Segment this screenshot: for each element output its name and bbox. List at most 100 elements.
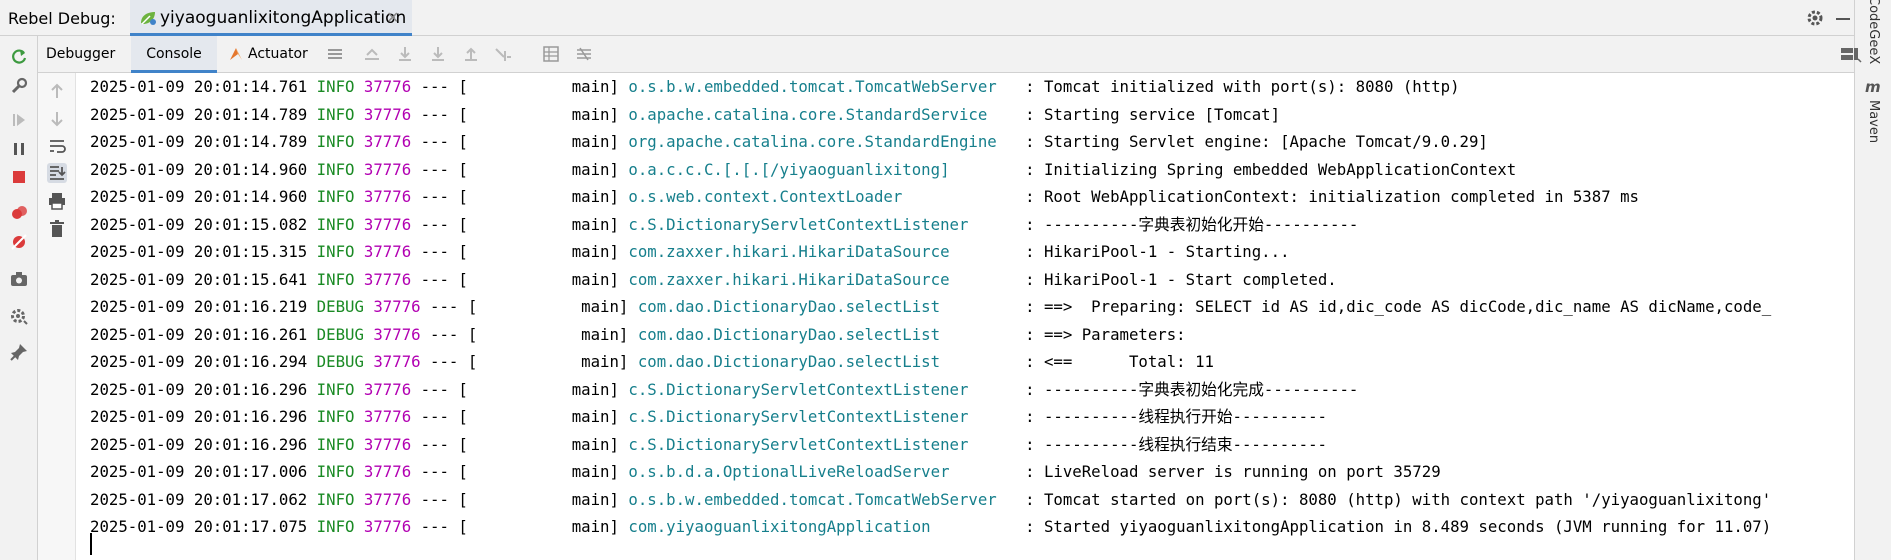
run-config-tab[interactable]: yiyaoguanlixitongApplication ✕ (130, 0, 412, 36)
log-message: : ----------线程执行结束---------- (1015, 434, 1327, 454)
run-to-cursor-icon[interactable] (494, 45, 512, 63)
wrench-icon[interactable] (9, 76, 29, 96)
log-line: 2025-01-09 20:01:14.789 INFO 37776 --- [… (90, 101, 1280, 128)
log-line: 2025-01-09 20:01:15.641 INFO 37776 --- [… (90, 266, 1337, 293)
log-line: 2025-01-09 20:01:17.062 INFO 37776 --- [… (90, 486, 1771, 513)
tab-console-label: Console (146, 46, 202, 62)
resume-icon[interactable] (9, 110, 29, 130)
log-message: : Started yiyaoguanlixitongApplication i… (1015, 517, 1772, 536)
log-thread: --- [ main] (411, 104, 629, 124)
layout-settings-icon[interactable] (1840, 45, 1862, 63)
log-timestamp: 2025-01-09 20:01:14.761 (90, 77, 308, 96)
tab-debugger-label: Debugger (46, 46, 116, 62)
mute-breakpoints-icon[interactable] (9, 232, 29, 252)
actuator-icon (230, 48, 242, 60)
log-message: : <== Total: 11 (1015, 352, 1214, 371)
log-timestamp: 2025-01-09 20:01:17.075 (90, 517, 308, 536)
settings-icon[interactable] (9, 306, 29, 326)
log-thread: --- [ main] (411, 132, 629, 151)
log-line: 2025-01-09 20:01:16.296 INFO 37776 --- [… (90, 403, 1327, 430)
log-line: 2025-01-09 20:01:14.761 INFO 37776 --- [… (90, 73, 1460, 100)
gear-icon[interactable] (1806, 9, 1824, 27)
log-message: : Tomcat started on port(s): 8080 (http)… (1015, 489, 1772, 509)
log-thread: --- [ main] (411, 379, 629, 399)
view-breakpoints-icon[interactable] (9, 203, 29, 223)
trash-icon[interactable] (47, 219, 67, 239)
log-thread: --- [ main] (411, 187, 629, 206)
log-thread: --- [ main] (411, 77, 629, 96)
log-logger: o.s.web.context.ContextLoader (628, 187, 1016, 206)
stop-icon[interactable] (9, 167, 29, 187)
log-pid: 37776 (373, 324, 421, 344)
debug-subtabs: Debugger Console Actuator (38, 36, 1862, 73)
log-logger: c.S.DictionaryServletContextListener (628, 379, 1016, 399)
log-logger: com.yiyaoguanlixitongApplication (628, 517, 1016, 536)
pin-icon[interactable] (9, 342, 29, 362)
tab-actuator[interactable]: Actuator (228, 36, 318, 73)
log-logger: c.S.DictionaryServletContextListener (628, 214, 1016, 234)
pause-icon[interactable] (9, 139, 29, 159)
log-pid: 37776 (363, 407, 412, 426)
spring-boot-icon (141, 12, 156, 25)
log-timestamp: 2025-01-09 20:01:16.296 (90, 379, 308, 399)
log-thread: --- [ main] (411, 462, 629, 481)
log-line: 2025-01-09 20:01:15.315 INFO 37776 --- [… (90, 238, 1290, 265)
hamburger-icon[interactable] (326, 45, 344, 63)
log-timestamp: 2025-01-09 20:01:16.261 (90, 324, 308, 344)
close-icon[interactable]: ✕ (386, 8, 399, 27)
log-message: : ----------线程执行开始---------- (1015, 407, 1327, 426)
log-level: INFO (307, 489, 355, 509)
log-logger: org.apache.catalina.core.StandardEngine (628, 132, 1016, 151)
rerun-icon[interactable] (9, 47, 29, 67)
step-out-icon[interactable] (462, 45, 480, 63)
log-line: 2025-01-09 20:01:14.789 INFO 37776 --- [… (90, 128, 1488, 155)
log-pid: 37776 (363, 214, 412, 234)
log-level: INFO (307, 242, 355, 261)
trace-current-stream-icon[interactable] (575, 45, 593, 63)
log-thread: --- [ main] (411, 407, 629, 426)
step-into-icon[interactable] (429, 45, 447, 63)
print-icon[interactable] (47, 191, 67, 211)
tab-console[interactable]: Console (131, 36, 217, 73)
log-timestamp: 2025-01-09 20:01:17.062 (90, 489, 308, 509)
log-timestamp: 2025-01-09 20:01:15.641 (90, 269, 308, 289)
log-pid: 37776 (363, 269, 412, 289)
log-pid: 37776 (363, 187, 412, 206)
log-timestamp: 2025-01-09 20:01:15.082 (90, 214, 308, 234)
log-pid: 37776 (363, 434, 412, 454)
log-timestamp: 2025-01-09 20:01:16.294 (90, 352, 308, 371)
log-thread: --- [ main] (411, 214, 629, 234)
log-thread: --- [ main] (411, 434, 629, 454)
log-level: INFO (307, 77, 355, 96)
log-message: : LiveReload server is running on port 3… (1015, 462, 1441, 481)
log-timestamp: 2025-01-09 20:01:14.960 (90, 187, 308, 206)
log-level: DEBUG (307, 297, 364, 316)
camera-icon[interactable] (9, 269, 29, 289)
console-output[interactable]: 2025-01-09 20:01:14.761 INFO 37776 --- [… (76, 73, 1854, 560)
log-line: 2025-01-09 20:01:15.082 INFO 37776 --- [… (90, 211, 1358, 238)
minimize-icon[interactable] (1836, 18, 1850, 20)
log-level: DEBUG (307, 324, 364, 344)
log-line: 2025-01-09 20:01:17.006 INFO 37776 --- [… (90, 458, 1441, 485)
log-timestamp: 2025-01-09 20:01:14.789 (90, 132, 308, 151)
codegeex-stripe-button[interactable]: CodeGeeX (1866, 0, 1881, 64)
log-pid: 37776 (363, 104, 412, 124)
scroll-to-end-icon[interactable] (47, 163, 67, 183)
tab-debugger[interactable]: Debugger (46, 36, 115, 73)
log-pid: 37776 (363, 489, 412, 509)
down-arrow-icon[interactable] (47, 109, 67, 129)
log-pid: 37776 (363, 517, 412, 536)
log-line: 2025-01-09 20:01:16.296 INFO 37776 --- [… (90, 376, 1358, 403)
log-line: 2025-01-09 20:01:16.261 DEBUG 37776 --- … (90, 321, 1195, 348)
soft-wrap-icon[interactable] (47, 136, 67, 156)
up-arrow-icon[interactable] (47, 81, 67, 101)
show-execution-point-icon[interactable] (363, 45, 381, 63)
log-message: : ==> Preparing: SELECT id AS id,dic_cod… (1015, 297, 1772, 316)
log-logger: c.S.DictionaryServletContextListener (628, 407, 1016, 426)
evaluate-expression-icon[interactable] (542, 45, 560, 63)
log-thread: --- [ main] (420, 324, 638, 344)
log-message: : HikariPool-1 - Start completed. (1015, 269, 1337, 289)
maven-stripe-button[interactable]: Maven (1866, 100, 1881, 143)
step-over-icon[interactable] (396, 45, 414, 63)
log-logger: o.apache.catalina.core.StandardService (628, 104, 1016, 124)
